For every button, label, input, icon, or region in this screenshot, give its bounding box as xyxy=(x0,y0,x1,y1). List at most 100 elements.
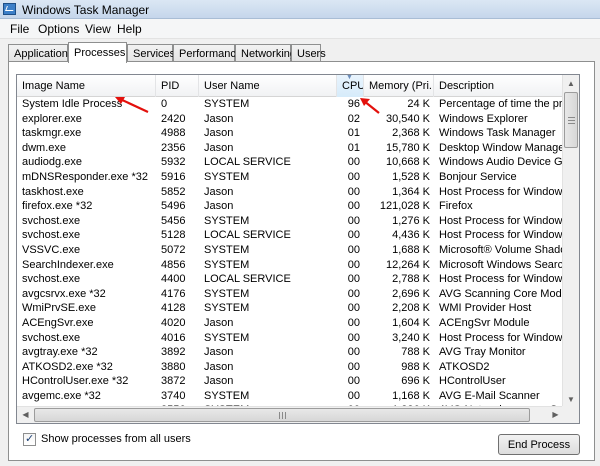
table-row[interactable]: mDNSResponder.exe *32 5916 SYSTEM 00 1,528 K… xyxy=(17,170,564,185)
cell-memory: 988 K xyxy=(401,360,430,373)
menu-help[interactable]: Help xyxy=(117,22,142,36)
cell-user-name: Jason xyxy=(204,141,234,154)
tab-processes[interactable]: Processes xyxy=(68,42,127,63)
cell-pid: 3892 xyxy=(161,346,186,359)
table-row[interactable]: avgemc.exe *32 3740 SYSTEM 00 1,168 K AVG E-M… xyxy=(17,389,564,404)
cell-pid: 4856 xyxy=(161,258,186,271)
table-row[interactable]: HControlUser.exe *32 3872 Jason 00 696 K HCon… xyxy=(17,374,564,389)
cell-user-name: Jason xyxy=(204,346,234,359)
title-bar: Windows Task Manager xyxy=(0,0,600,19)
column-cpu[interactable]: ▼ CPU xyxy=(337,75,364,97)
cell-cpu: 01 xyxy=(347,141,360,154)
table-row[interactable]: audiodg.exe 5932 LOCAL SERVICE 00 10,668 K Wi… xyxy=(17,155,564,170)
show-all-users-label: Show processes from all users xyxy=(41,433,191,445)
column-memory[interactable]: Memory (Pri... xyxy=(364,75,434,97)
cell-cpu: 00 xyxy=(347,273,360,286)
table-row[interactable]: svchost.exe 5128 LOCAL SERVICE 00 4,436 K Hos… xyxy=(17,228,564,243)
cell-description: AVG E-Mail Scanner xyxy=(439,389,540,402)
tab-applications[interactable]: Applications xyxy=(8,44,73,62)
table-row[interactable]: svchost.exe 5456 SYSTEM 00 1,276 K Host Proce… xyxy=(17,214,564,229)
table-row[interactable]: taskmgr.exe 4988 Jason 01 2,368 K Windows Tas… xyxy=(17,126,564,141)
cell-description: Windows Task Manager xyxy=(439,127,556,140)
table-row[interactable]: avgtray.exe *32 3892 Jason 00 788 K AVG Tray … xyxy=(17,345,564,360)
cell-cpu: 00 xyxy=(347,258,360,271)
cell-memory: 10,668 K xyxy=(385,156,430,169)
menu-options[interactable]: Options xyxy=(38,22,79,36)
process-list[interactable]: Image Name PID User Name ▼ CPU Memory (P… xyxy=(16,74,580,424)
tab-services[interactable]: Services xyxy=(127,44,175,62)
menu-file[interactable]: File xyxy=(10,22,29,36)
cell-description: AVG Tray Monitor xyxy=(439,346,526,359)
table-row[interactable]: taskhost.exe 5852 Jason 00 1,364 K Host Proce… xyxy=(17,185,564,200)
cell-memory: 3,240 K xyxy=(392,331,430,344)
table-row[interactable]: System Idle Process 0 SYSTEM 96 24 K Percenta… xyxy=(17,97,564,112)
cell-description: Windows Explorer xyxy=(439,112,528,125)
table-row[interactable]: svchost.exe 4016 SYSTEM 00 3,240 K Host Proce… xyxy=(17,331,564,346)
cell-user-name: Jason xyxy=(204,112,234,125)
cell-description: ATKOSD2 xyxy=(439,360,490,373)
column-pid[interactable]: PID xyxy=(156,75,199,97)
cell-memory: 1,604 K xyxy=(392,316,430,329)
cell-pid: 2420 xyxy=(161,112,186,125)
cell-pid: 5072 xyxy=(161,243,186,256)
vertical-scrollbar[interactable]: ▲ ▼ xyxy=(562,75,579,408)
tab-performance[interactable]: Performance xyxy=(173,44,242,62)
cell-memory: 1,168 K xyxy=(392,389,430,402)
table-row[interactable]: svchost.exe 4400 LOCAL SERVICE 00 2,788 K Hos… xyxy=(17,272,564,287)
tab-users[interactable]: Users xyxy=(291,44,326,62)
cell-memory: 1,528 K xyxy=(392,170,430,183)
cell-cpu: 01 xyxy=(347,127,360,140)
cell-pid: 5916 xyxy=(161,170,186,183)
cell-description: Host Process for Windows Serv xyxy=(439,214,564,227)
cell-user-name: Jason xyxy=(204,200,234,213)
cell-memory: 1,276 K xyxy=(392,214,430,227)
table-row[interactable]: explorer.exe 2420 Jason 02 30,540 K Windows E… xyxy=(17,112,564,127)
scroll-left-arrow-icon[interactable]: ◀ xyxy=(17,407,34,423)
cell-description: Host Process for Windows Serv xyxy=(439,331,564,344)
cell-image-name: avgtray.exe *32 xyxy=(22,346,98,359)
cell-user-name: SYSTEM xyxy=(204,302,250,315)
cell-user-name: Jason xyxy=(204,127,234,140)
cell-description: Host Process for Windows Serv xyxy=(439,229,564,242)
annotation-arrow-icon xyxy=(115,97,149,113)
cell-image-name: svchost.exe xyxy=(22,331,81,344)
column-user-name[interactable]: User Name xyxy=(199,75,337,97)
cell-cpu: 00 xyxy=(347,170,360,183)
cell-user-name: Jason xyxy=(204,185,234,198)
cell-cpu: 00 xyxy=(347,302,360,315)
cell-cpu: 00 xyxy=(347,389,360,402)
cell-image-name: mDNSResponder.exe *32 xyxy=(22,170,148,183)
scroll-up-arrow-icon[interactable]: ▲ xyxy=(563,75,579,92)
cell-image-name: taskmgr.exe xyxy=(22,127,82,140)
vertical-scroll-thumb[interactable] xyxy=(564,92,578,148)
cell-user-name: SYSTEM xyxy=(204,98,250,110)
column-description[interactable]: Description xyxy=(434,75,564,97)
cell-image-name: dwm.exe xyxy=(22,141,67,154)
table-row[interactable]: ATKOSD2.exe *32 3880 Jason 00 988 K ATKOSD2 xyxy=(17,360,564,375)
cell-pid: 5456 xyxy=(161,214,186,227)
horizontal-scroll-thumb[interactable] xyxy=(34,408,530,422)
table-row[interactable]: SearchIndexer.exe 4856 SYSTEM 00 12,264 K Mic… xyxy=(17,258,564,273)
cell-pid: 4400 xyxy=(161,273,186,286)
menu-bar: File Options View Help xyxy=(0,19,600,39)
end-process-button[interactable]: End Process xyxy=(498,434,580,455)
table-row[interactable]: avgcsrvx.exe *32 4176 SYSTEM 00 2,696 K AVG S… xyxy=(17,287,564,302)
cell-cpu: 00 xyxy=(347,316,360,329)
table-row[interactable]: dwm.exe 2356 Jason 01 15,780 K Desktop Window… xyxy=(17,141,564,156)
table-row[interactable]: ACEngSvr.exe 4020 Jason 00 1,604 K ACEngSvr M… xyxy=(17,316,564,331)
cell-description: AVG Scanning Core Module - Se xyxy=(439,287,564,300)
cell-cpu: 00 xyxy=(347,185,360,198)
table-row[interactable]: firefox.exe *32 5496 Jason 00 121,028 K Firef… xyxy=(17,199,564,214)
menu-view[interactable]: View xyxy=(85,22,111,36)
table-row[interactable]: WmiPrvSE.exe 4128 SYSTEM 00 2,208 K WMI Provi… xyxy=(17,301,564,316)
cell-image-name: svchost.exe xyxy=(22,229,81,242)
show-all-users-checkbox[interactable] xyxy=(23,432,36,446)
cell-pid: 5932 xyxy=(161,156,186,169)
horizontal-scrollbar[interactable]: ◀ ▶ xyxy=(17,406,564,423)
cell-description: WMI Provider Host xyxy=(439,302,532,315)
cell-cpu: 00 xyxy=(347,200,360,213)
cell-description: ACEngSvr Module xyxy=(439,316,530,329)
process-rows: System Idle Process 0 SYSTEM 96 24 K Percenta… xyxy=(17,97,564,418)
table-row[interactable]: VSSVC.exe 5072 SYSTEM 00 1,688 K Microsoft® V… xyxy=(17,243,564,258)
tab-networking[interactable]: Networking xyxy=(235,44,296,62)
